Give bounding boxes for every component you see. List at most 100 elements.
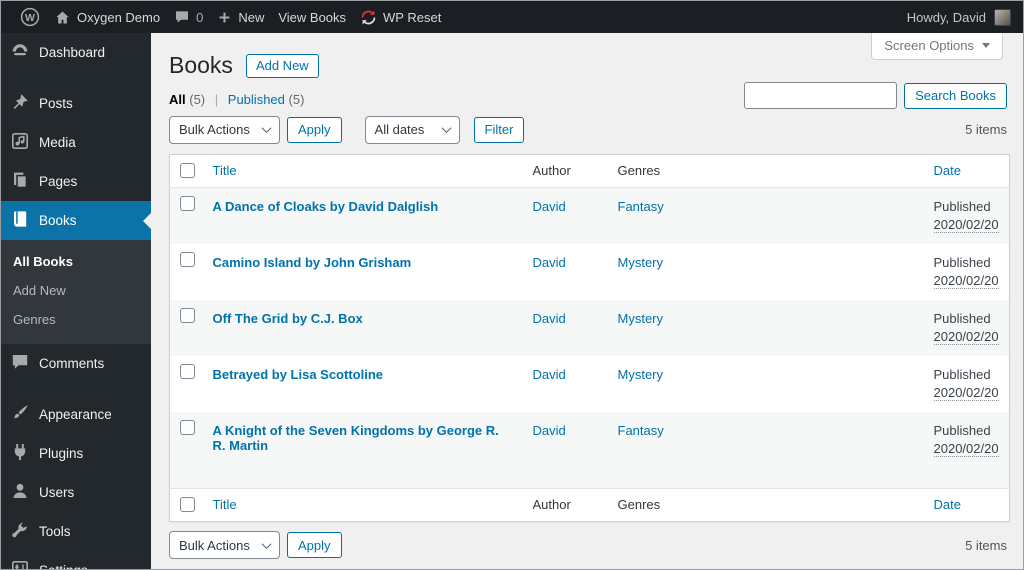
add-new-button[interactable]: Add New [245, 53, 319, 78]
publish-date: 2020/02/20 [933, 384, 999, 401]
publish-status: Published [933, 422, 991, 438]
row-checkbox[interactable] [180, 363, 195, 379]
row-checkbox[interactable] [180, 419, 195, 435]
wordpress-logo-menu[interactable]: W [13, 1, 47, 33]
genre-link[interactable]: Mystery [618, 367, 664, 382]
column-header-author: Author [522, 154, 608, 188]
tablenav-top: Bulk Actions Apply All dates Filter 5 it… [169, 115, 1007, 144]
filter-published-count: (5) [288, 91, 305, 107]
row-checkbox[interactable] [180, 307, 195, 323]
author-link[interactable]: David [533, 423, 566, 438]
column-footer-date[interactable]: Date [934, 497, 961, 512]
author-link[interactable]: David [533, 311, 566, 326]
row-checkbox[interactable] [180, 251, 195, 267]
sidebar-item-dashboard[interactable]: Dashboard [1, 33, 151, 72]
new-content-menu[interactable]: New [210, 1, 271, 33]
publish-status: Published [933, 310, 991, 326]
user-avatar[interactable] [994, 8, 1011, 26]
select-all-checkbox[interactable] [180, 497, 195, 513]
sidebar-item-books[interactable]: Books [1, 201, 151, 240]
book-title-link[interactable]: A Knight of the Seven Kingdoms by George… [213, 423, 499, 453]
sidebar-item-settings[interactable]: Settings [1, 551, 151, 569]
new-label: New [238, 9, 265, 25]
search-books-button[interactable]: Search Books [904, 82, 1007, 109]
publish-status: Published [933, 198, 991, 214]
publish-date: 2020/02/20 [933, 328, 999, 345]
filter-button[interactable]: Filter [473, 116, 525, 143]
author-link[interactable]: David [533, 367, 566, 382]
sidebar-item-appearance[interactable]: Appearance [1, 395, 151, 434]
sidebar-item-label: Settings [39, 563, 88, 569]
sidebar-item-posts[interactable]: Posts [1, 84, 151, 123]
book-title-link[interactable]: A Dance of Cloaks by David Dalglish [213, 199, 439, 214]
site-name-menu[interactable]: Oxygen Demo [47, 1, 167, 33]
screen-options-tab[interactable]: Screen Options [871, 33, 1003, 60]
sliders-icon [10, 559, 30, 569]
table-row: A Knight of the Seven Kingdoms by George… [169, 411, 1010, 489]
sidebar-item-label: Books [39, 213, 77, 228]
comments-count: 0 [196, 9, 204, 25]
column-header-date[interactable]: Date [934, 163, 961, 178]
sidebar-item-tools[interactable]: Tools [1, 512, 151, 551]
author-link[interactable]: David [533, 199, 566, 214]
site-name-label: Oxygen Demo [77, 9, 161, 25]
submenu-item-genres[interactable]: Genres [1, 305, 151, 334]
genre-link[interactable]: Fantasy [618, 199, 664, 214]
comments-adminbar-menu[interactable]: 0 [167, 1, 210, 33]
date-filter-value: All dates [374, 122, 425, 138]
apply-button-bottom[interactable]: Apply [287, 532, 342, 559]
column-header-title[interactable]: Title [213, 163, 237, 178]
books-submenu: All Books Add New Genres [1, 240, 151, 344]
row-checkbox[interactable] [180, 195, 195, 211]
book-title-link[interactable]: Camino Island by John Grisham [213, 255, 412, 270]
wp-reset-menu[interactable]: WP Reset [353, 1, 448, 33]
book-title-link[interactable]: Off The Grid by C.J. Box [213, 311, 363, 326]
column-footer-author: Author [522, 488, 608, 522]
author-link[interactable]: David [533, 255, 566, 270]
howdy-user-label[interactable]: Howdy, David [907, 10, 986, 25]
publish-status: Published [933, 254, 991, 270]
publish-date: 2020/02/20 [933, 272, 999, 289]
sidebar-item-label: Appearance [39, 407, 112, 422]
view-books-menu[interactable]: View Books [271, 1, 353, 33]
publish-status: Published [933, 366, 991, 382]
admin-bar: W Oxygen Demo 0 New View Books WP Reset … [1, 1, 1023, 33]
sidebar-item-label: Users [39, 485, 75, 500]
table-row: Betrayed by Lisa Scottoline David Myster… [170, 356, 1010, 412]
submenu-item-all-books[interactable]: All Books [1, 247, 151, 276]
sidebar-item-comments[interactable]: Comments [1, 344, 151, 383]
chevron-down-icon [261, 123, 272, 134]
table-row: Camino Island by John Grisham David Myst… [170, 244, 1010, 300]
date-filter-select[interactable]: All dates [364, 115, 460, 144]
browser-window: W Oxygen Demo 0 New View Books WP Reset … [0, 0, 1024, 570]
sidebar-item-media[interactable]: Media [1, 123, 151, 162]
table-row: Off The Grid by C.J. Box David Mystery P… [169, 299, 1010, 356]
sidebar-item-label: Dashboard [39, 45, 106, 60]
bulk-actions-select-bottom[interactable]: Bulk Actions [169, 531, 280, 560]
genre-link[interactable]: Mystery [618, 311, 664, 326]
column-footer-title[interactable]: Title [213, 497, 237, 512]
filter-all-link[interactable]: All [169, 92, 186, 107]
select-all-checkbox[interactable] [180, 162, 195, 178]
submenu-item-add-new[interactable]: Add New [1, 276, 151, 305]
filter-all-count: (5) [189, 91, 206, 107]
chevron-down-icon [261, 538, 272, 549]
wordpress-logo-icon: W [20, 7, 40, 27]
main-content: Screen Options Books Add New Search Book… [151, 33, 1023, 569]
apply-button[interactable]: Apply [287, 116, 342, 143]
comments-icon [10, 352, 30, 375]
sidebar-item-users[interactable]: Users [1, 473, 151, 512]
pushpin-icon [10, 92, 30, 115]
bulk-actions-select[interactable]: Bulk Actions [169, 115, 280, 144]
search-input[interactable] [744, 82, 898, 109]
genre-link[interactable]: Mystery [618, 255, 664, 270]
home-icon [54, 9, 71, 26]
media-icon [10, 131, 30, 154]
filter-published-link[interactable]: Published [228, 92, 285, 107]
book-title-link[interactable]: Betrayed by Lisa Scottoline [213, 367, 384, 382]
genre-link[interactable]: Fantasy [618, 423, 664, 438]
items-count-bottom: 5 items [965, 537, 1007, 553]
sidebar-item-pages[interactable]: Pages [1, 162, 151, 201]
screen-options-label: Screen Options [884, 38, 974, 53]
sidebar-item-plugins[interactable]: Plugins [1, 434, 151, 473]
